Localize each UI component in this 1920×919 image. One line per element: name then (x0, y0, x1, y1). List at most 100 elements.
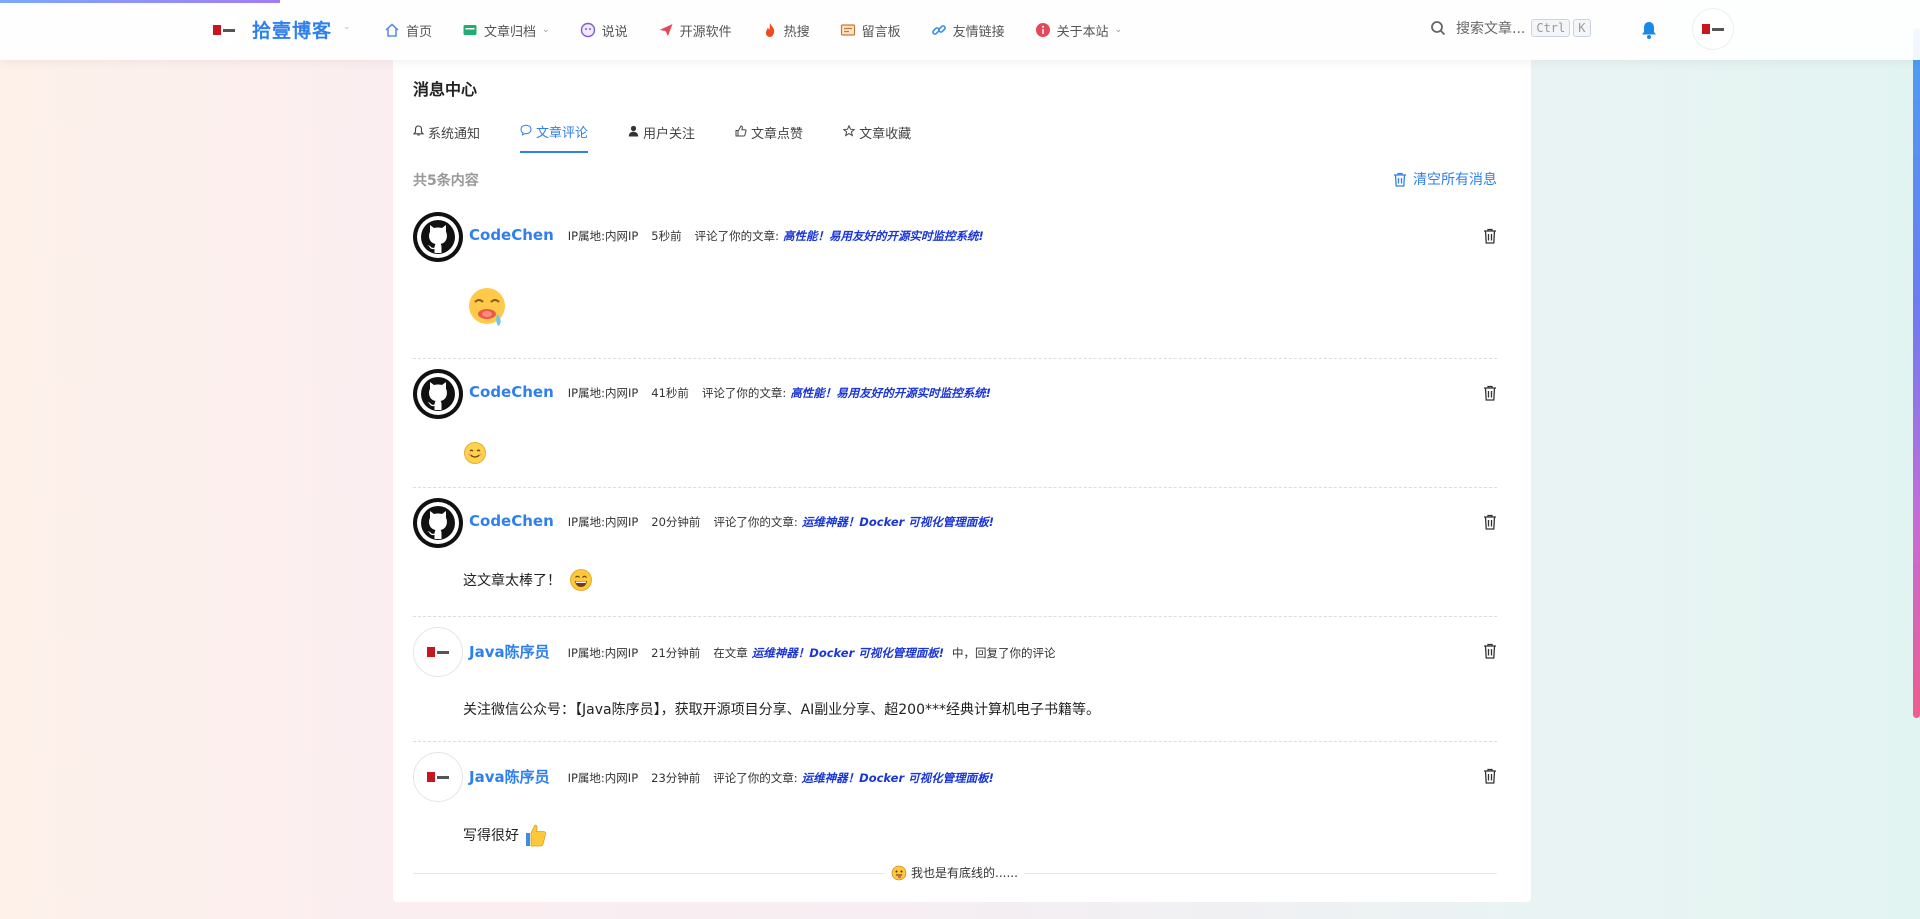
notification-bell-icon[interactable] (1640, 20, 1658, 40)
message-meta: CodeChen IP属地:内网IP 41秒前 评论了你的文章: 高性能！易用友… (469, 383, 999, 401)
comment-text: 这文章太棒了！ (463, 573, 561, 589)
nav-item-archive[interactable]: 文章归档 ⌄ (462, 21, 550, 40)
tab-article-comments[interactable]: 文章评论 (520, 122, 589, 153)
username-link[interactable]: Java陈序员 (469, 641, 550, 662)
ip-location: IP属地:内网IP (567, 515, 639, 529)
tab-article-likes[interactable]: 文章点赞 (735, 122, 803, 153)
message-content (463, 441, 487, 465)
search-trigger[interactable]: 搜索文章... Ctrl K (1430, 18, 1591, 38)
article-link[interactable]: 高性能！易用友好的开源实时监控系统! (790, 385, 991, 401)
nav-item-opensource[interactable]: 开源软件 (658, 21, 732, 40)
site-logo[interactable] (208, 14, 240, 46)
thumbs-up-emoji (523, 822, 549, 848)
list-item: CodeChen IP属地:内网IP 41秒前 评论了你的文章: 高性能！易用友… (413, 359, 1497, 488)
trash-icon (1394, 172, 1406, 187)
message-tabs: 系统通知 文章评论 用户关注 文章点赞 文章收藏 (412, 122, 951, 153)
ip-location: IP属地:内网IP (567, 646, 639, 660)
chevron-down-icon: ⌄ (1114, 25, 1123, 35)
username-link[interactable]: CodeChen (469, 512, 554, 530)
bell-outline-icon (412, 125, 425, 140)
main-nav: 首页 文章归档 ⌄ 说说 开源软件 热搜 留言板 友情链接 关于本站 ⌄ (384, 0, 1152, 60)
user-icon (628, 125, 639, 140)
user-avatar[interactable] (1693, 9, 1733, 49)
shortcut-key-k: K (1573, 19, 1591, 37)
brand-avatar[interactable] (413, 627, 463, 677)
page-scrollbar[interactable] (1913, 28, 1920, 718)
tab-user-follow[interactable]: 用户关注 (628, 122, 695, 153)
link-icon (931, 22, 947, 38)
delete-icon[interactable] (1483, 385, 1497, 401)
fire-icon (762, 22, 778, 38)
message-count: 共5条内容 (413, 173, 479, 189)
tab-article-favorites[interactable]: 文章收藏 (842, 122, 911, 153)
message-content: 写得很好 (463, 822, 549, 848)
brand-avatar[interactable] (413, 752, 463, 802)
message-content (463, 284, 511, 332)
message-content: 关注微信公众号：【Java陈序员】，获取开源项目分享、AI副业分享、超200**… (463, 699, 1100, 719)
nav-item-talk[interactable]: 说说 (580, 21, 628, 40)
search-icon (1431, 21, 1446, 36)
username-link[interactable]: CodeChen (469, 383, 554, 401)
chevron-down-icon: ⌄ (542, 25, 550, 35)
delete-icon[interactable] (1483, 768, 1497, 784)
action-suffix: 中，回复了你的评论 (952, 646, 1056, 660)
chevron-down-icon: ⌄ (343, 22, 351, 32)
ip-location: IP属地:内网IP (567, 386, 639, 400)
grinning-face-emoji (569, 568, 593, 592)
nav-item-hot[interactable]: 热搜 (762, 21, 810, 40)
message-meta: Java陈序员 IP属地:内网IP 23分钟前 评论了你的文章: 运维神器！Do… (469, 766, 1002, 787)
github-avatar[interactable] (413, 369, 463, 419)
list-item: CodeChen IP属地:内网IP 20分钟前 评论了你的文章: 运维神器！D… (413, 488, 1497, 617)
article-link[interactable]: 运维神器！Docker 可视化管理面板! (802, 514, 994, 530)
shortcut-key-ctrl: Ctrl (1531, 19, 1571, 37)
tongue-face-emoji (891, 865, 907, 881)
action-text: 评论了你的文章: (713, 515, 798, 529)
search-placeholder: 搜索文章... (1456, 21, 1526, 37)
delete-icon[interactable] (1483, 228, 1497, 244)
article-link[interactable]: 运维神器！Docker 可视化管理面板! (752, 645, 944, 661)
smiling-face-emoji (463, 441, 487, 465)
tab-system-notice[interactable]: 系统通知 (412, 122, 480, 153)
github-avatar[interactable] (413, 498, 463, 548)
top-navbar: 拾壹博客 ⌄ 首页 文章归档 ⌄ 说说 开源软件 热搜 留言板 友情链接 关于本… (0, 0, 1920, 60)
delete-icon[interactable] (1483, 514, 1497, 530)
paper-plane-icon (658, 22, 674, 38)
nav-item-friend-links[interactable]: 友情链接 (931, 21, 1005, 40)
action-text: 评论了你的文章: (713, 771, 798, 785)
message-content: 这文章太棒了！ (463, 568, 593, 592)
nav-item-guestbook[interactable]: 留言板 (840, 21, 901, 40)
nav-item-about[interactable]: 关于本站 ⌄ (1035, 21, 1123, 40)
delete-icon[interactable] (1483, 643, 1497, 659)
reading-progress-bar (0, 0, 280, 3)
action-text: 在文章 (713, 646, 748, 660)
comment-text: 关注微信公众号：【Java陈序员】，获取开源项目分享、AI副业分享、超200**… (463, 702, 1100, 718)
username-link[interactable]: Java陈序员 (469, 766, 550, 787)
drooling-face-emoji (463, 284, 511, 332)
star-outline-icon (842, 124, 856, 140)
folder-icon (462, 22, 478, 38)
list-item: Java陈序员 IP属地:内网IP 23分钟前 评论了你的文章: 运维神器！Do… (413, 742, 1497, 866)
time-ago: 20分钟前 (651, 515, 701, 529)
time-ago: 41秒前 (651, 386, 689, 400)
article-link[interactable]: 运维神器！Docker 可视化管理面板! (802, 770, 994, 786)
site-name[interactable]: 拾壹博客 (252, 16, 332, 43)
home-icon (384, 22, 400, 38)
ip-location: IP属地:内网IP (567, 229, 639, 243)
ip-location: IP属地:内网IP (567, 771, 639, 785)
page-title: 消息中心 (413, 80, 478, 99)
comment-text: 写得很好 (463, 828, 519, 844)
github-avatar[interactable] (413, 212, 463, 262)
username-link[interactable]: CodeChen (469, 226, 554, 244)
nav-item-home[interactable]: 首页 (384, 21, 432, 40)
action-text: 评论了你的文章: (701, 386, 787, 400)
comment-icon (520, 124, 532, 139)
message-center-card: 消息中心 系统通知 文章评论 用户关注 文章点赞 文章收藏 共5条内容 清空所有… (393, 56, 1531, 902)
clear-all-button[interactable]: 清空所有消息 (1393, 169, 1497, 189)
time-ago: 21分钟前 (651, 646, 701, 660)
list-item: CodeChen IP属地:内网IP 5秒前 评论了你的文章: 高性能！易用友好… (413, 206, 1497, 359)
article-link[interactable]: 高性能！易用友好的开源实时监控系统! (783, 228, 984, 244)
time-ago: 5秒前 (651, 229, 682, 243)
message-board-icon (840, 22, 856, 38)
time-ago: 23分钟前 (651, 771, 701, 785)
thumb-up-icon (735, 125, 747, 140)
